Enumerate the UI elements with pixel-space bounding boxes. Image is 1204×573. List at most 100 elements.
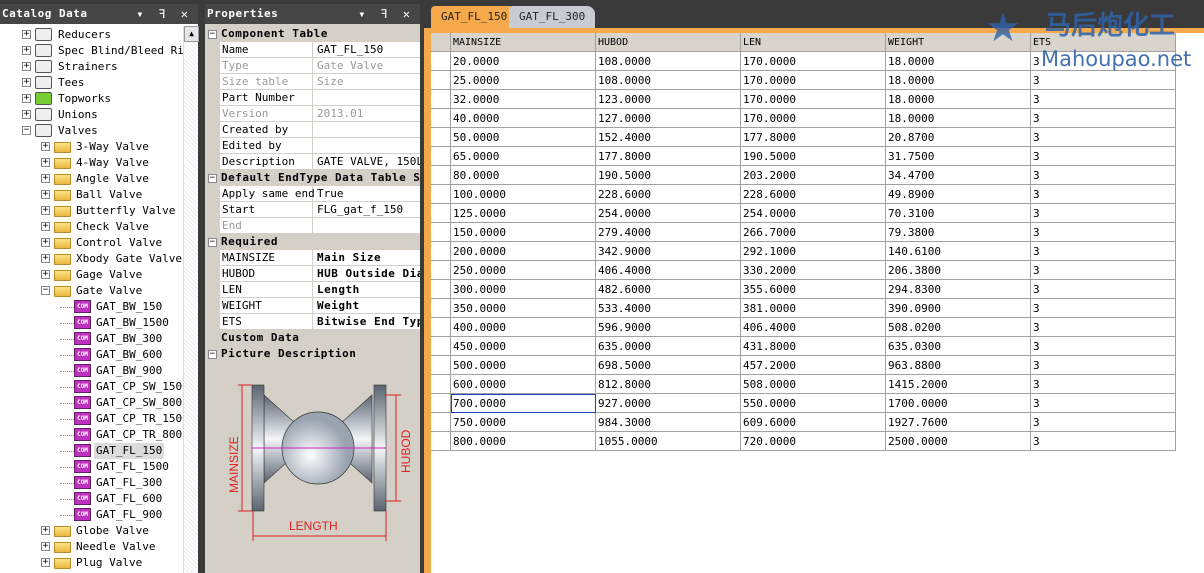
grid-cell[interactable]: 609.6000 xyxy=(741,413,886,432)
tree-item[interactable]: + Plug Valve xyxy=(0,555,183,571)
grid-cell[interactable]: 1055.0000 xyxy=(596,432,741,451)
grid-cell[interactable]: 355.6000 xyxy=(741,280,886,299)
collapse-icon[interactable]: − xyxy=(208,174,217,183)
tree-item[interactable]: COM GAT_CP_SW_800 xyxy=(0,395,183,411)
grid-cell[interactable]: 381.0000 xyxy=(741,299,886,318)
row-header[interactable] xyxy=(431,147,451,166)
row-header[interactable] xyxy=(431,280,451,299)
panel-controls[interactable]: ▾ ꟻ ✕ xyxy=(136,4,192,24)
tree-item[interactable]: COM GAT_FL_600 xyxy=(0,491,183,507)
property-category[interactable]: − Component Table xyxy=(205,26,420,42)
row-header[interactable] xyxy=(431,375,451,394)
grid-cell[interactable]: 3 xyxy=(1031,318,1176,337)
property-row[interactable]: Name GAT_FL_150 xyxy=(220,42,420,58)
custom-data-category[interactable]: Custom Data xyxy=(205,330,420,346)
grid-cell[interactable]: 3 xyxy=(1031,147,1176,166)
expand-icon[interactable]: + xyxy=(22,94,31,103)
grid-cell[interactable]: 49.8900 xyxy=(886,185,1031,204)
tree-item[interactable]: + Tees xyxy=(0,75,183,91)
grid-cell[interactable]: 3 xyxy=(1031,375,1176,394)
row-header[interactable] xyxy=(431,90,451,109)
grid-cell[interactable]: 3 xyxy=(1031,413,1176,432)
tree-scrollbar[interactable]: ▲ xyxy=(183,26,199,573)
grid-cell[interactable]: 3 xyxy=(1031,432,1176,451)
grid-cell[interactable]: 18.0000 xyxy=(886,71,1031,90)
column-header[interactable]: MAINSIZE xyxy=(451,33,596,52)
grid-cell[interactable]: 80.0000 xyxy=(451,166,596,185)
row-header[interactable] xyxy=(431,356,451,375)
grid-cell[interactable]: 1415.2000 xyxy=(886,375,1031,394)
grid-cell[interactable]: 170.0000 xyxy=(741,109,886,128)
tree-item[interactable]: + Gage Valve xyxy=(0,267,183,283)
grid-cell[interactable]: 390.0900 xyxy=(886,299,1031,318)
expand-icon[interactable]: + xyxy=(41,174,50,183)
collapse-icon[interactable]: − xyxy=(208,350,217,359)
tree-item[interactable]: COM GAT_CP_TR_1500 xyxy=(0,411,189,427)
grid-cell[interactable]: 25.0000 xyxy=(451,71,596,90)
grid-cell[interactable]: 533.4000 xyxy=(596,299,741,318)
property-value[interactable]: Weight xyxy=(314,298,420,313)
row-header[interactable] xyxy=(431,261,451,280)
tree-item[interactable]: COM GAT_FL_1500 xyxy=(0,459,183,475)
grid-cell[interactable]: 812.8000 xyxy=(596,375,741,394)
property-value[interactable]: Bitwise End Type xyxy=(314,314,420,329)
expand-icon[interactable]: + xyxy=(41,526,50,535)
tree-item[interactable]: + Unions xyxy=(0,107,183,123)
grid-cell[interactable]: 170.0000 xyxy=(741,71,886,90)
grid-cell[interactable]: 279.4000 xyxy=(596,223,741,242)
grid-cell[interactable]: 635.0000 xyxy=(596,337,741,356)
grid-cell[interactable]: 31.7500 xyxy=(886,147,1031,166)
grid-cell[interactable]: 152.4000 xyxy=(596,128,741,147)
grid-cell[interactable]: 350.0000 xyxy=(451,299,596,318)
panel-controls[interactable]: ▾ ꟻ ✕ xyxy=(358,4,414,24)
tree-item[interactable]: COM GAT_BW_900 xyxy=(0,363,183,379)
row-header[interactable] xyxy=(431,223,451,242)
grid-cell[interactable]: 1700.0000 xyxy=(886,394,1031,413)
column-header[interactable]: LEN xyxy=(741,33,886,52)
grid-cell[interactable]: 140.6100 xyxy=(886,242,1031,261)
grid-cell[interactable]: 170.0000 xyxy=(741,52,886,71)
grid-cell[interactable]: 1927.7600 xyxy=(886,413,1031,432)
column-header[interactable]: HUBOD xyxy=(596,33,741,52)
tree-item[interactable]: + Globe Valve xyxy=(0,523,183,539)
row-header[interactable] xyxy=(431,318,451,337)
grid-cell[interactable]: 108.0000 xyxy=(596,71,741,90)
grid-cell[interactable]: 984.3000 xyxy=(596,413,741,432)
row-header[interactable] xyxy=(431,337,451,356)
property-row[interactable]: WEIGHT Weight xyxy=(220,298,420,314)
tree-item[interactable]: + Reducers xyxy=(0,27,183,43)
property-row[interactable]: Start FLG_gat_f_150 xyxy=(220,202,420,218)
grid-cell[interactable]: 300.0000 xyxy=(451,280,596,299)
grid-cell[interactable]: 108.0000 xyxy=(596,52,741,71)
tree-item[interactable]: COM GAT_CP_TR_800 xyxy=(0,427,183,443)
tree-item[interactable]: − Valves xyxy=(0,123,183,139)
tree-item[interactable]: COM GAT_BW_600 xyxy=(0,347,183,363)
grid-cell[interactable]: 927.0000 xyxy=(596,394,741,413)
grid-cell[interactable]: 698.5000 xyxy=(596,356,741,375)
grid-cell[interactable]: 500.0000 xyxy=(451,356,596,375)
tree-item[interactable]: COM GAT_FL_300 xyxy=(0,475,183,491)
tree-item[interactable]: + Check Valve xyxy=(0,219,183,235)
grid-cell[interactable]: 203.2000 xyxy=(741,166,886,185)
expand-icon[interactable]: + xyxy=(22,110,31,119)
grid-cell[interactable]: 206.3800 xyxy=(886,261,1031,280)
property-value[interactable]: 2013.01 xyxy=(314,106,420,121)
row-header[interactable] xyxy=(431,432,451,451)
collapse-icon[interactable]: − xyxy=(208,30,217,39)
grid-cell[interactable]: 3 xyxy=(1031,280,1176,299)
grid-cell[interactable]: 596.9000 xyxy=(596,318,741,337)
expand-icon[interactable]: + xyxy=(41,206,50,215)
grid-cell[interactable]: 3 xyxy=(1031,394,1176,413)
tree-item[interactable]: COM GAT_FL_150 xyxy=(0,443,183,459)
tree-item[interactable]: + Ball Valve xyxy=(0,187,183,203)
grid-cell[interactable]: 3 xyxy=(1031,128,1176,147)
grid-cell[interactable]: 3 xyxy=(1031,356,1176,375)
expand-icon[interactable]: + xyxy=(22,62,31,71)
grid-cell[interactable]: 254.0000 xyxy=(596,204,741,223)
grid-cell[interactable]: 228.6000 xyxy=(741,185,886,204)
tab-gat-fl-150[interactable]: GAT_FL_150 xyxy=(431,6,518,28)
row-header[interactable] xyxy=(431,185,451,204)
row-header[interactable] xyxy=(431,394,451,413)
grid-cell[interactable]: 3 xyxy=(1031,261,1176,280)
grid-cell[interactable]: 292.1000 xyxy=(741,242,886,261)
